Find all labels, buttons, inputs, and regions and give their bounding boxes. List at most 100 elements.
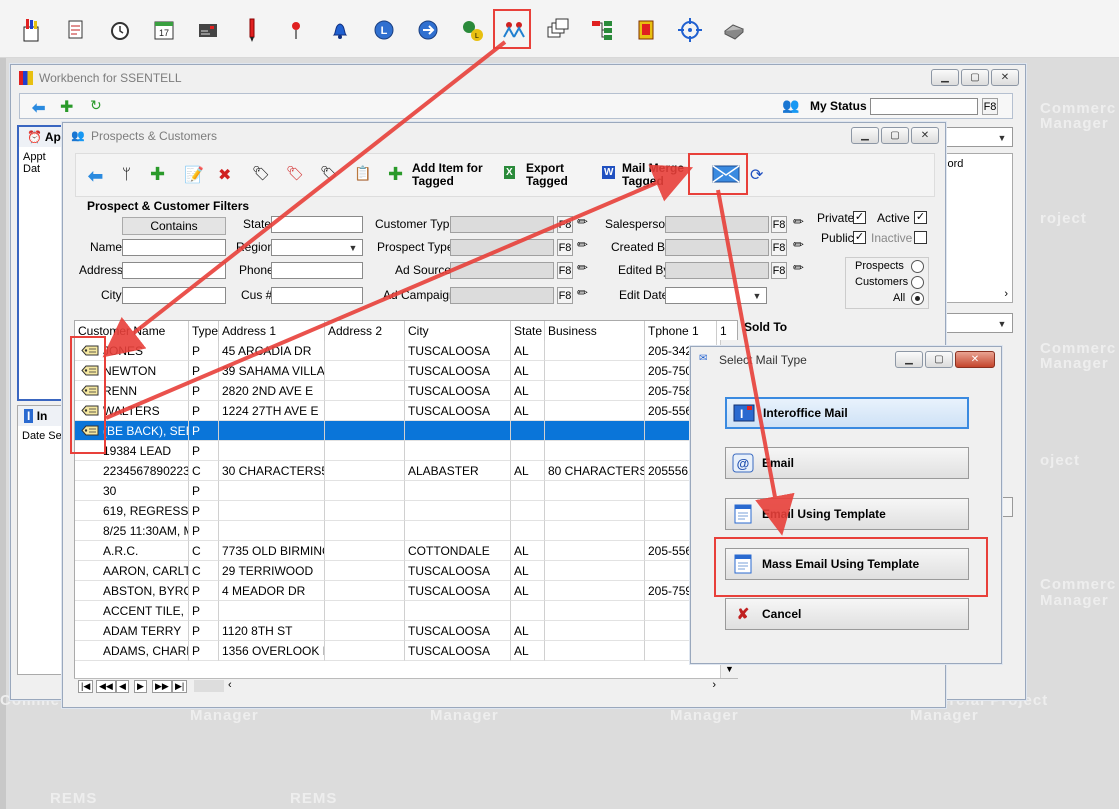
- prospects-radio[interactable]: [911, 260, 924, 273]
- edited-by-f8-button[interactable]: F8: [771, 262, 787, 279]
- printer-icon[interactable]: [718, 14, 750, 46]
- column-header[interactable]: Business: [545, 321, 645, 341]
- tag-icon[interactable]: 🏷: [252, 165, 270, 182]
- created-by-input[interactable]: [665, 239, 769, 256]
- prospect-type-f8-button[interactable]: F8: [557, 239, 573, 256]
- ad-campaign-input[interactable]: [450, 287, 554, 304]
- mail-merge-tagged-button[interactable]: Mail Merge Tagged: [622, 161, 696, 189]
- column-header[interactable]: Address 2: [325, 321, 405, 341]
- eraser-icon[interactable]: ✏: [793, 260, 804, 276]
- all-radio[interactable]: [911, 292, 924, 305]
- ad-source-f8-button[interactable]: F8: [557, 262, 573, 279]
- chevron-down-icon[interactable]: ▼: [725, 664, 734, 674]
- minimize-button[interactable]: ▁: [895, 351, 923, 368]
- maximize-button[interactable]: ▢: [881, 127, 909, 144]
- minimize-button[interactable]: ▁: [931, 69, 959, 86]
- export-tagged-button[interactable]: Export Tagged: [526, 161, 586, 189]
- phone-input[interactable]: [271, 262, 363, 279]
- workbench-icon[interactable]: [16, 14, 48, 46]
- region-select[interactable]: ▼: [271, 239, 363, 256]
- maximize-button[interactable]: ▢: [961, 69, 989, 86]
- state-input[interactable]: [271, 216, 363, 233]
- salesperson-f8-button[interactable]: F8: [771, 216, 787, 233]
- horizontal-scrollbar-left[interactable]: [194, 680, 224, 692]
- notepad-icon[interactable]: [60, 14, 92, 46]
- private-checkbox[interactable]: ✓: [853, 211, 866, 224]
- table-row[interactable]: 22345678902234C30 CHARACTERS567 ALABASTER…: [75, 461, 737, 481]
- excel-icon[interactable]: X: [504, 166, 515, 179]
- pencil-icon[interactable]: [236, 14, 268, 46]
- table-row[interactable]: ACCENT TILE, SEP: [75, 601, 737, 621]
- inactive-checkbox[interactable]: [914, 231, 927, 244]
- close-button[interactable]: ✕: [955, 351, 995, 368]
- prior-record-button[interactable]: ◀: [116, 680, 129, 693]
- bell-icon[interactable]: [324, 14, 356, 46]
- table-row[interactable]: ABSTON, BYRONP4 MEADOR DRTUSCALOOSAAL205…: [75, 581, 737, 601]
- table-row[interactable]: ADAM TERRY P 1120 8TH ST TUSCALOOSA AL: [75, 621, 737, 641]
- right-dropdown-2[interactable]: ▼: [937, 313, 1013, 333]
- back-arrow-icon[interactable]: ⬅: [32, 98, 45, 118]
- scroll-left-icon[interactable]: ‹: [228, 679, 232, 691]
- created-by-f8-button[interactable]: F8: [771, 239, 787, 256]
- alarm-clock-icon[interactable]: [104, 14, 136, 46]
- table-row[interactable]: ADAMS, CHARLYP1356 OVERLOOK RD TUSCALOOSA…: [75, 641, 737, 661]
- table-row[interactable]: 619, REGRESSIOP: [75, 501, 737, 521]
- column-header[interactable]: Tphone 1: [645, 321, 717, 341]
- column-header[interactable]: Address 1: [219, 321, 325, 341]
- ad-source-input[interactable]: [450, 262, 554, 279]
- delete-record-icon[interactable]: ✖: [218, 165, 231, 185]
- column-header[interactable]: Type: [189, 321, 219, 341]
- table-row[interactable]: NEWTONP39 SAHAMA VILLAGETUSCALOOSAAL205-…: [75, 361, 737, 381]
- city-input[interactable]: [122, 287, 226, 304]
- my-status-f8-button[interactable]: F8: [982, 98, 998, 115]
- salesperson-input[interactable]: [665, 216, 769, 233]
- public-checkbox[interactable]: ✓: [853, 231, 866, 244]
- my-status-input[interactable]: [870, 98, 978, 115]
- minimize-button[interactable]: ▁: [851, 127, 879, 144]
- calendar-icon[interactable]: 17: [148, 14, 180, 46]
- refresh-icon[interactable]: ↻: [90, 97, 102, 114]
- globe-clock-icon[interactable]: L: [456, 14, 488, 46]
- add-item-tagged-icon[interactable]: ✚: [388, 164, 403, 185]
- edited-by-input[interactable]: [665, 262, 769, 279]
- next-page-button[interactable]: ▶▶: [152, 680, 172, 693]
- ad-campaign-f8-button[interactable]: F8: [557, 287, 573, 304]
- cus-no-input[interactable]: [271, 287, 363, 304]
- maximize-button[interactable]: ▢: [925, 351, 953, 368]
- address-input[interactable]: [122, 262, 226, 279]
- tag-all-icon[interactable]: 🏷: [320, 165, 338, 182]
- word-icon[interactable]: W: [602, 166, 616, 179]
- table-row[interactable]: RENN P 2820 2ND AVE E TUSCALOOSA AL 205-758-8: [75, 381, 737, 401]
- column-header[interactable]: City: [405, 321, 511, 341]
- table-row[interactable]: 19384 LEAD P: [75, 441, 737, 461]
- customer-type-f8-button[interactable]: F8: [557, 216, 573, 233]
- eraser-icon[interactable]: ✏: [793, 237, 804, 253]
- eraser-icon[interactable]: ✏: [793, 214, 804, 230]
- last-record-button[interactable]: ▶|: [172, 680, 188, 693]
- email-using-template-button[interactable]: Email Using Template: [725, 498, 969, 530]
- customer-type-input[interactable]: [450, 216, 554, 233]
- scroll-right-icon[interactable]: ›: [712, 679, 716, 691]
- right-dropdown-1[interactable]: ▼: [937, 127, 1013, 147]
- untag-icon[interactable]: 🏷: [286, 165, 304, 182]
- interoffice-mail-button[interactable]: I Interoffice Mail: [725, 397, 969, 429]
- edit-record-icon[interactable]: 📝: [184, 165, 204, 185]
- book-icon[interactable]: [630, 14, 662, 46]
- back-arrow-icon[interactable]: ⬅: [88, 166, 103, 187]
- pushpin-icon[interactable]: [280, 14, 312, 46]
- edit-date-input[interactable]: ▼: [665, 287, 767, 304]
- org-chart-icon[interactable]: [586, 14, 618, 46]
- table-row[interactable]: 8/25 11:30AM, MP: [75, 521, 737, 541]
- arrow-circle-icon[interactable]: [412, 14, 444, 46]
- table-row[interactable]: JONES P 45 ARCADIA DR TUSCALOOSA AL 205-342-3: [75, 341, 737, 361]
- customers-radio[interactable]: [911, 276, 924, 289]
- active-checkbox[interactable]: ✓: [914, 211, 927, 224]
- add-record-icon[interactable]: ✚: [150, 164, 165, 185]
- cancel-button[interactable]: ✘ Cancel: [725, 598, 969, 630]
- eraser-icon[interactable]: ✏: [577, 260, 588, 276]
- next-record-button[interactable]: ▶: [134, 680, 147, 693]
- table-row[interactable]: WALTERS P 1224 27TH AVE E TUSCALOOSA AL 205-5…: [75, 401, 737, 421]
- contains-button[interactable]: Contains: [122, 217, 226, 235]
- add-page-icon[interactable]: ✚: [60, 97, 73, 117]
- eraser-icon[interactable]: ✏: [577, 285, 588, 301]
